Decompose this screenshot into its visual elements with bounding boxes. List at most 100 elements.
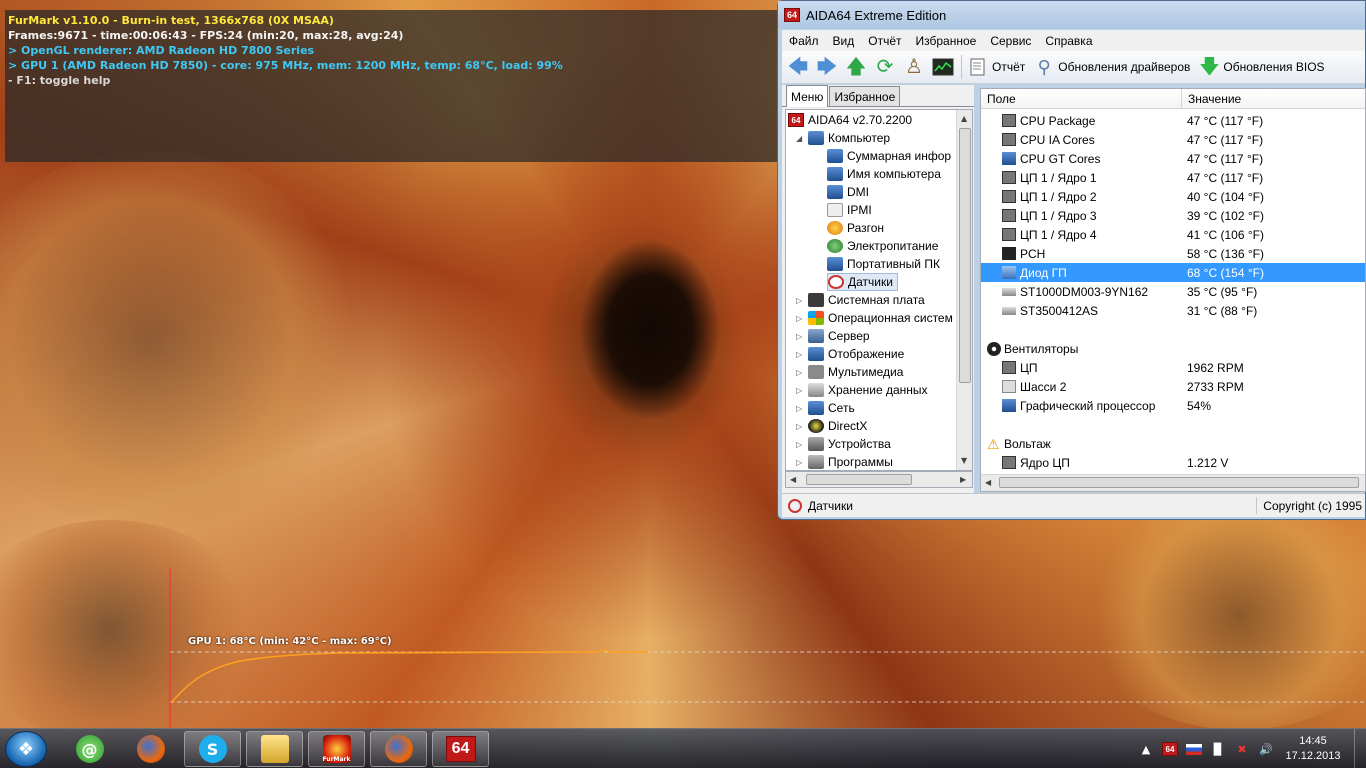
tree-item-portable[interactable]: Портативный ПК	[827, 255, 940, 273]
scroll-down-arrow-icon[interactable]: ▼	[961, 456, 967, 465]
list-item[interactable]: CPU GT Cores 47 °C (117 °F)	[981, 149, 1365, 168]
scroll-up-arrow-icon[interactable]: ▲	[961, 114, 967, 123]
title-bar[interactable]: 64 AIDA64 Extreme Edition	[778, 1, 1365, 29]
taskbar-explorer[interactable]	[246, 731, 303, 767]
no-connection-icon[interactable]: ✖	[1234, 741, 1250, 757]
list-item[interactable]: CPU Package 47 °C (117 °F)	[981, 111, 1365, 130]
expand-arrow-icon[interactable]: ▷	[796, 314, 802, 323]
list-item[interactable]: Графический процессор 54%	[981, 396, 1365, 415]
tree-item-root[interactable]: 64 AIDA64 v2.70.2200	[788, 111, 912, 129]
tree-item-devices[interactable]: ▷ Устройства	[796, 435, 891, 453]
tree-item-os[interactable]: ▷ Операционная систем	[796, 309, 953, 327]
scrollbar-thumb[interactable]	[959, 128, 971, 383]
show-hidden-icons-icon[interactable]: ▲	[1138, 741, 1154, 757]
start-button[interactable]: ❖	[5, 731, 47, 767]
expand-arrow-icon[interactable]: ▷	[796, 350, 802, 359]
list-item[interactable]: Ядро ЦП 1.212 V	[981, 453, 1365, 472]
expand-arrow-icon[interactable]: ▷	[796, 440, 802, 449]
tree-item-server[interactable]: ▷ Сервер	[796, 327, 870, 345]
list-item[interactable]: ЦП 1 / Ядро 4 41 °C (106 °F)	[981, 225, 1365, 244]
tree-item-summary[interactable]: Суммарная инфор	[827, 147, 951, 165]
scroll-left-arrow-icon[interactable]: ◀	[985, 478, 991, 487]
tree-item-ipmi[interactable]: IPMI	[827, 201, 872, 219]
tree-item-computer-name[interactable]: Имя компьютера	[827, 165, 941, 183]
expand-arrow-icon[interactable]: ▷	[796, 458, 802, 467]
expand-arrow-icon[interactable]: ▷	[796, 368, 802, 377]
forward-arrow-icon[interactable]: 🡆	[814, 55, 840, 79]
taskbar-firefox-pinned[interactable]	[122, 731, 179, 767]
taskbar-firefox[interactable]	[370, 731, 427, 767]
list-item[interactable]: Шасси 2 2733 RPM	[981, 377, 1365, 396]
menu-service[interactable]: Сервис	[983, 34, 1038, 48]
directx-icon	[808, 419, 824, 433]
tree-item-motherboard[interactable]: ▷ Системная плата	[796, 291, 925, 309]
expand-arrow-icon[interactable]: ▷	[796, 386, 802, 395]
list-item[interactable]: ЦП 1 / Ядро 2 40 °C (104 °F)	[981, 187, 1365, 206]
tree-horizontal-scrollbar[interactable]: ◀ ▶	[785, 471, 973, 488]
expand-arrow-icon[interactable]: ▷	[796, 404, 802, 413]
field-name: CPU Package	[1020, 113, 1096, 128]
taskbar-aida64[interactable]: 64	[432, 731, 489, 767]
tree-item-computer[interactable]: ◢ Компьютер	[796, 129, 890, 147]
tree-item-multimedia[interactable]: ▷ Мультимедиа	[796, 363, 903, 381]
refresh-icon[interactable]: ⟳	[872, 55, 898, 79]
back-arrow-icon[interactable]: 🡄	[785, 55, 811, 79]
column-value-header[interactable]: Значение	[1182, 92, 1241, 106]
aida64-window[interactable]: 64 AIDA64 Extreme Edition Файл Вид Отчёт…	[777, 0, 1366, 520]
tree-item-power[interactable]: Электропитание	[827, 237, 938, 255]
expand-arrow-icon[interactable]: ▷	[796, 422, 802, 431]
tree-vertical-scrollbar[interactable]: ▲ ▼	[956, 110, 972, 470]
clock[interactable]: 14:45 17.12.2013	[1278, 734, 1348, 764]
list-item[interactable]: ЦП 1 / Ядро 1 47 °C (117 °F)	[981, 168, 1365, 187]
list-item[interactable]: CPU IA Cores 47 °C (117 °F)	[981, 130, 1365, 149]
tree-item-storage[interactable]: ▷ Хранение данных	[796, 381, 928, 399]
scrollbar-thumb[interactable]	[806, 474, 912, 485]
scrollbar-thumb[interactable]	[999, 477, 1359, 488]
taskbar-furmark[interactable]: FurMark	[308, 731, 365, 767]
aida64-tray-icon[interactable]: 64	[1162, 742, 1178, 756]
tab-menu[interactable]: Меню	[786, 85, 829, 107]
menu-report[interactable]: Отчёт	[861, 34, 908, 48]
report-button[interactable]: Отчёт	[967, 55, 1025, 79]
navigation-tree[interactable]: 64 AIDA64 v2.70.2200 ◢ Компьютер Суммарн…	[785, 109, 973, 471]
tree-item-display[interactable]: ▷ Отображение	[796, 345, 904, 363]
column-field-header[interactable]: Поле	[981, 89, 1182, 108]
expand-arrow-icon[interactable]: ▷	[796, 332, 802, 341]
taskbar-icq[interactable]: @	[61, 731, 118, 767]
tree-item-overclock[interactable]: Разгон	[827, 219, 884, 237]
menu-file[interactable]: Файл	[782, 34, 826, 48]
monitor-graph-icon[interactable]	[930, 55, 956, 79]
toolbar-separator	[961, 55, 962, 79]
network-signal-icon[interactable]: ▉	[1210, 741, 1226, 757]
tab-favorites[interactable]: Избранное	[829, 86, 901, 106]
taskbar-skype[interactable]: S	[184, 731, 241, 767]
tree-item-sensors[interactable]: Датчики	[827, 273, 898, 291]
tree-item-directx[interactable]: ▷ DirectX	[796, 417, 867, 435]
users-icon[interactable]: ♙	[901, 55, 927, 79]
menu-help[interactable]: Справка	[1038, 34, 1099, 48]
list-item[interactable]: PCH 58 °C (136 °F)	[981, 244, 1365, 263]
up-arrow-icon[interactable]: 🡅	[843, 55, 869, 79]
list-item-selected[interactable]: Диод ГП 68 °C (154 °F)	[981, 263, 1365, 282]
list-item[interactable]: ST1000DM003-9YN162 35 °C (95 °F)	[981, 282, 1365, 301]
language-flag-icon[interactable]	[1186, 743, 1202, 755]
tree-item-dmi[interactable]: DMI	[827, 183, 869, 201]
list-item[interactable]: ST3500412AS 31 °C (88 °F)	[981, 301, 1365, 320]
menu-view[interactable]: Вид	[826, 34, 862, 48]
sensor-list[interactable]: Поле Значение CPU Package 47 °C (117 °F) …	[980, 88, 1366, 492]
tree-item-network[interactable]: ▷ Сеть	[796, 399, 855, 417]
collapse-arrow-icon[interactable]: ◢	[796, 134, 802, 143]
tree-item-programs[interactable]: ▷ Программы	[796, 453, 893, 470]
scroll-right-arrow-icon[interactable]: ▶	[960, 475, 966, 484]
list-item[interactable]: ЦП 1 / Ядро 3 39 °C (102 °F)	[981, 206, 1365, 225]
list-horizontal-scrollbar[interactable]: ◀	[981, 474, 1365, 491]
list-item[interactable]: ЦП 1962 RPM	[981, 358, 1365, 377]
show-desktop-button[interactable]	[1354, 729, 1366, 768]
volume-icon[interactable]: 🔊	[1258, 741, 1274, 757]
field-value: 47 °C (117 °F)	[1187, 113, 1264, 128]
driver-updates-button[interactable]: ⚲ Обновления драйверов	[1033, 55, 1191, 79]
menu-favorites[interactable]: Избранное	[909, 34, 984, 48]
bios-updates-button[interactable]: 🡇 Обновления BIOS	[1198, 55, 1324, 79]
scroll-left-arrow-icon[interactable]: ◀	[790, 475, 796, 484]
expand-arrow-icon[interactable]: ▷	[796, 296, 802, 305]
